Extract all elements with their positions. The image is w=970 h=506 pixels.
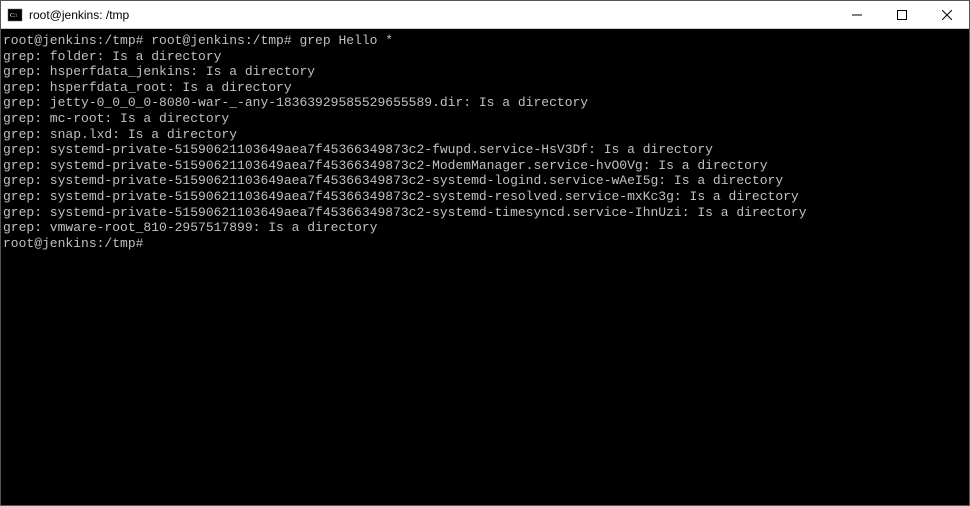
minimize-button[interactable] xyxy=(834,1,879,28)
terminal-line: grep: jetty-0_0_0_0-8080-war-_-any-18363… xyxy=(1,95,969,111)
terminal-line: grep: snap.lxd: Is a directory xyxy=(1,127,969,143)
maximize-button[interactable] xyxy=(879,1,924,28)
terminal-line: grep: folder: Is a directory xyxy=(1,49,969,65)
titlebar-controls xyxy=(834,1,969,28)
terminal-line: root@jenkins:/tmp# xyxy=(1,236,969,252)
cmd-icon: C:\ xyxy=(7,7,23,23)
terminal-line: grep: systemd-private-51590621103649aea7… xyxy=(1,173,969,189)
terminal-line: root@jenkins:/tmp# root@jenkins:/tmp# gr… xyxy=(1,33,969,49)
terminal-line: grep: mc-root: Is a directory xyxy=(1,111,969,127)
terminal-output[interactable]: root@jenkins:/tmp# root@jenkins:/tmp# gr… xyxy=(1,29,969,505)
terminal-line: grep: systemd-private-51590621103649aea7… xyxy=(1,158,969,174)
window-titlebar: C:\ root@jenkins: /tmp xyxy=(1,1,969,29)
terminal-line: grep: systemd-private-51590621103649aea7… xyxy=(1,189,969,205)
close-button[interactable] xyxy=(924,1,969,28)
terminal-line: grep: hsperfdata_root: Is a directory xyxy=(1,80,969,96)
window-title: root@jenkins: /tmp xyxy=(29,8,129,22)
terminal-line: grep: systemd-private-51590621103649aea7… xyxy=(1,142,969,158)
terminal-line: grep: hsperfdata_jenkins: Is a directory xyxy=(1,64,969,80)
titlebar-left: C:\ root@jenkins: /tmp xyxy=(7,7,129,23)
terminal-line: grep: systemd-private-51590621103649aea7… xyxy=(1,205,969,221)
terminal-line: grep: vmware-root_810-2957517899: Is a d… xyxy=(1,220,969,236)
svg-text:C:\: C:\ xyxy=(10,13,18,19)
